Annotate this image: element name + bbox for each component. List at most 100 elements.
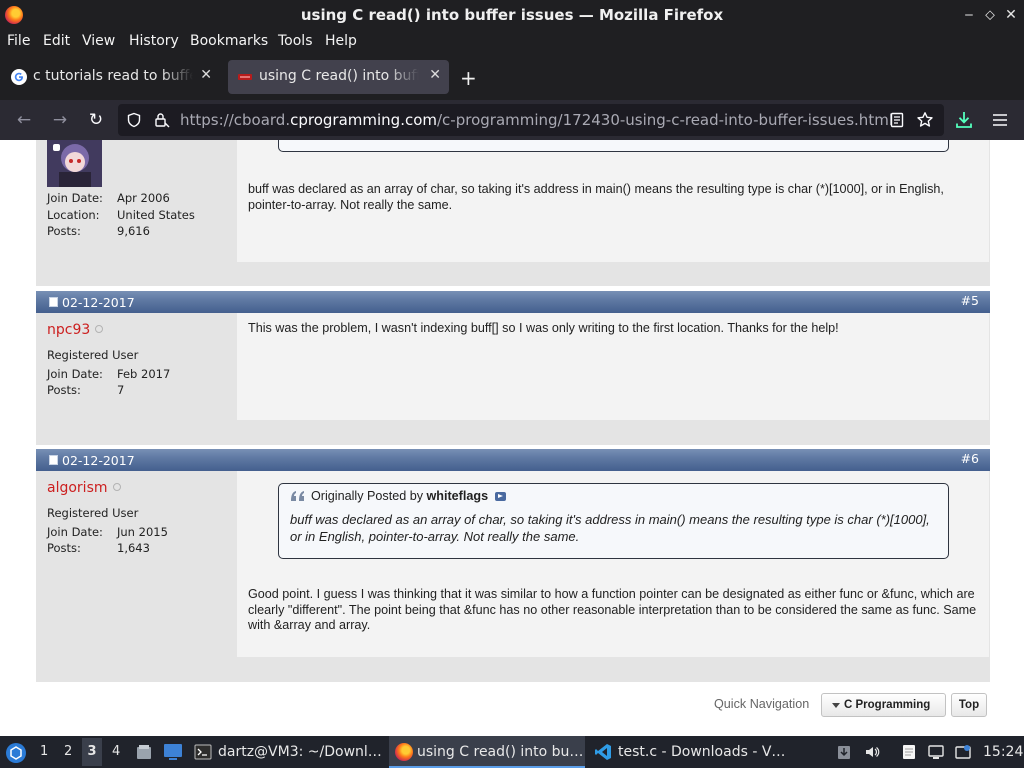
minimize-button[interactable]: ‒ xyxy=(958,4,980,26)
avatar-image xyxy=(47,140,102,187)
dropdown-arrow-icon xyxy=(832,703,840,708)
menu-history[interactable]: History xyxy=(129,33,179,49)
posts-count-value: 9,616 xyxy=(117,224,150,238)
taskbar: 1 2 3 4 dartz@VM3: ~/Downl… using C read… xyxy=(0,736,1024,768)
task-label: using C read() into bu… xyxy=(417,744,584,760)
user-info: Join Date: Apr 2006 Location: United Sta… xyxy=(47,191,227,251)
post-header: 02-12-2017 #6 xyxy=(36,449,990,471)
google-icon xyxy=(11,69,27,85)
maximize-button[interactable]: ⬦ xyxy=(979,4,1001,26)
downloads-icon[interactable] xyxy=(954,110,974,130)
quote-box-bottom xyxy=(278,140,949,152)
menu-view[interactable]: View xyxy=(82,33,115,49)
menu-edit[interactable]: Edit xyxy=(43,33,70,49)
tracking-shield-icon[interactable] xyxy=(126,112,142,128)
forum-jump-button[interactable]: C Programming xyxy=(821,693,946,717)
back-button[interactable]: ← xyxy=(12,108,36,132)
menu-tools[interactable]: Tools xyxy=(278,33,313,49)
window-titlebar: using C read() into buffer issues — Mozi… xyxy=(0,0,1024,30)
workspace-4[interactable]: 4 xyxy=(112,744,120,759)
quick-navigation-label: Quick Navigation xyxy=(714,697,810,711)
tab-label: c tutorials read to buffer xyxy=(33,68,193,84)
workspace-1[interactable]: 1 xyxy=(40,744,48,759)
close-tab-icon[interactable]: ✕ xyxy=(429,67,441,83)
vscode-icon xyxy=(595,744,611,760)
workspace-2[interactable]: 2 xyxy=(64,744,72,759)
task-label: dartz@VM3: ~/Downl… xyxy=(218,744,382,760)
display-icon[interactable] xyxy=(928,744,944,760)
tab-label: using C read() into buffer issues xyxy=(259,68,419,84)
post-6: 02-12-2017 #6 algorism Registered User J… xyxy=(36,449,990,682)
close-tab-icon[interactable]: ✕ xyxy=(200,67,212,83)
file-manager-icon[interactable] xyxy=(135,743,153,761)
join-date-value: Feb 2017 xyxy=(117,367,171,381)
view-post-icon[interactable] xyxy=(494,492,506,501)
hamburger-menu-icon[interactable] xyxy=(991,111,1009,129)
post-text: Good point. I guess I was thinking that … xyxy=(248,587,977,632)
new-tab-button[interactable]: + xyxy=(460,66,477,90)
start-menu-icon[interactable] xyxy=(5,742,27,764)
forward-button[interactable]: → xyxy=(48,108,72,132)
clipboard-icon[interactable] xyxy=(836,744,852,760)
post-4: Join Date: Apr 2006 Location: United Sta… xyxy=(36,140,990,286)
post-message: Originally Posted by whiteflags buff was… xyxy=(237,471,989,657)
post-number-link[interactable]: #5 xyxy=(961,293,979,308)
tab-using-c-read[interactable]: using C read() into buffer issues ✕ xyxy=(228,60,449,94)
post-message: This was the problem, I wasn't indexing … xyxy=(237,313,989,420)
post-header: 02-12-2017 #5 xyxy=(36,291,990,313)
join-date-value: Apr 2006 xyxy=(117,191,170,205)
reload-button[interactable]: ↻ xyxy=(84,108,108,132)
post-date: 02-12-2017 xyxy=(62,453,135,468)
username-link[interactable]: npc93 xyxy=(47,322,90,338)
url-bar[interactable]: https://cboard.cprogramming.com/c-progra… xyxy=(118,104,944,136)
terminal-icon xyxy=(194,744,212,760)
quote-text: buff was declared as an array of char, s… xyxy=(290,512,930,544)
window-title: using C read() into buffer issues — Mozi… xyxy=(300,6,724,24)
quote-header: Originally Posted by whiteflags xyxy=(311,489,506,503)
avatar[interactable] xyxy=(47,140,102,187)
screen: using C read() into buffer issues — Mozi… xyxy=(0,0,1024,768)
task-firefox[interactable]: using C read() into bu… xyxy=(389,736,585,768)
username-link[interactable]: algorism xyxy=(47,480,108,496)
forum-jump-label: C Programming xyxy=(844,699,931,711)
post-5: 02-12-2017 #5 npc93 Registered User Join… xyxy=(36,291,990,445)
task-vscode[interactable]: test.c - Downloads - V… xyxy=(590,736,790,768)
location-label: Location: xyxy=(47,208,100,222)
menu-help[interactable]: Help xyxy=(325,33,357,49)
top-button[interactable]: Top xyxy=(951,693,987,717)
user-role: Registered User xyxy=(47,348,139,362)
show-desktop-icon[interactable] xyxy=(163,743,183,761)
menu-file[interactable]: File xyxy=(7,33,30,49)
post-date: 02-12-2017 xyxy=(62,295,135,310)
page-content: Join Date: Apr 2006 Location: United Sta… xyxy=(0,140,1024,734)
posts-count-value: 1,643 xyxy=(117,541,150,555)
post-text: This was the problem, I wasn't indexing … xyxy=(248,321,839,335)
volume-icon[interactable] xyxy=(864,744,880,760)
close-window-button[interactable]: ✕ xyxy=(1000,4,1022,26)
post-number-link[interactable]: #6 xyxy=(961,451,979,466)
workspace-3[interactable]: 3 xyxy=(82,738,102,766)
post-text: buff was declared as an array of char, s… xyxy=(248,182,944,212)
lock-icon[interactable] xyxy=(152,111,170,129)
network-icon[interactable] xyxy=(955,744,971,760)
menu-bar: File Edit View History Bookmarks Tools H… xyxy=(0,30,1024,54)
firefox-icon xyxy=(395,743,413,761)
user-info: algorism Registered User Join Date: Jun … xyxy=(47,480,227,560)
menu-bookmarks[interactable]: Bookmarks xyxy=(190,33,268,49)
clock[interactable]: 15:24 xyxy=(983,744,1023,760)
tab-c-tutorials[interactable]: c tutorials read to buffer ✕ xyxy=(2,60,220,94)
post-document-icon xyxy=(49,455,58,465)
offline-status-icon xyxy=(95,325,104,333)
reader-view-icon[interactable] xyxy=(889,112,905,128)
location-value: United States xyxy=(117,208,195,222)
notes-icon[interactable] xyxy=(901,744,917,760)
join-date-label: Join Date: xyxy=(47,525,103,539)
join-date-label: Join Date: xyxy=(47,367,103,381)
task-label: test.c - Downloads - V… xyxy=(618,744,786,760)
task-terminal[interactable]: dartz@VM3: ~/Downl… xyxy=(190,736,385,768)
tab-bar: c tutorials read to buffer ✕ using C rea… xyxy=(0,54,1024,100)
user-info: npc93 Registered User Join Date: Feb 201… xyxy=(47,322,227,402)
bookmark-star-icon[interactable] xyxy=(916,111,934,129)
quote-author: whiteflags xyxy=(426,489,489,503)
navigation-bar: ← → ↻ https://cboard.cprogramming.com/c-… xyxy=(0,100,1024,140)
